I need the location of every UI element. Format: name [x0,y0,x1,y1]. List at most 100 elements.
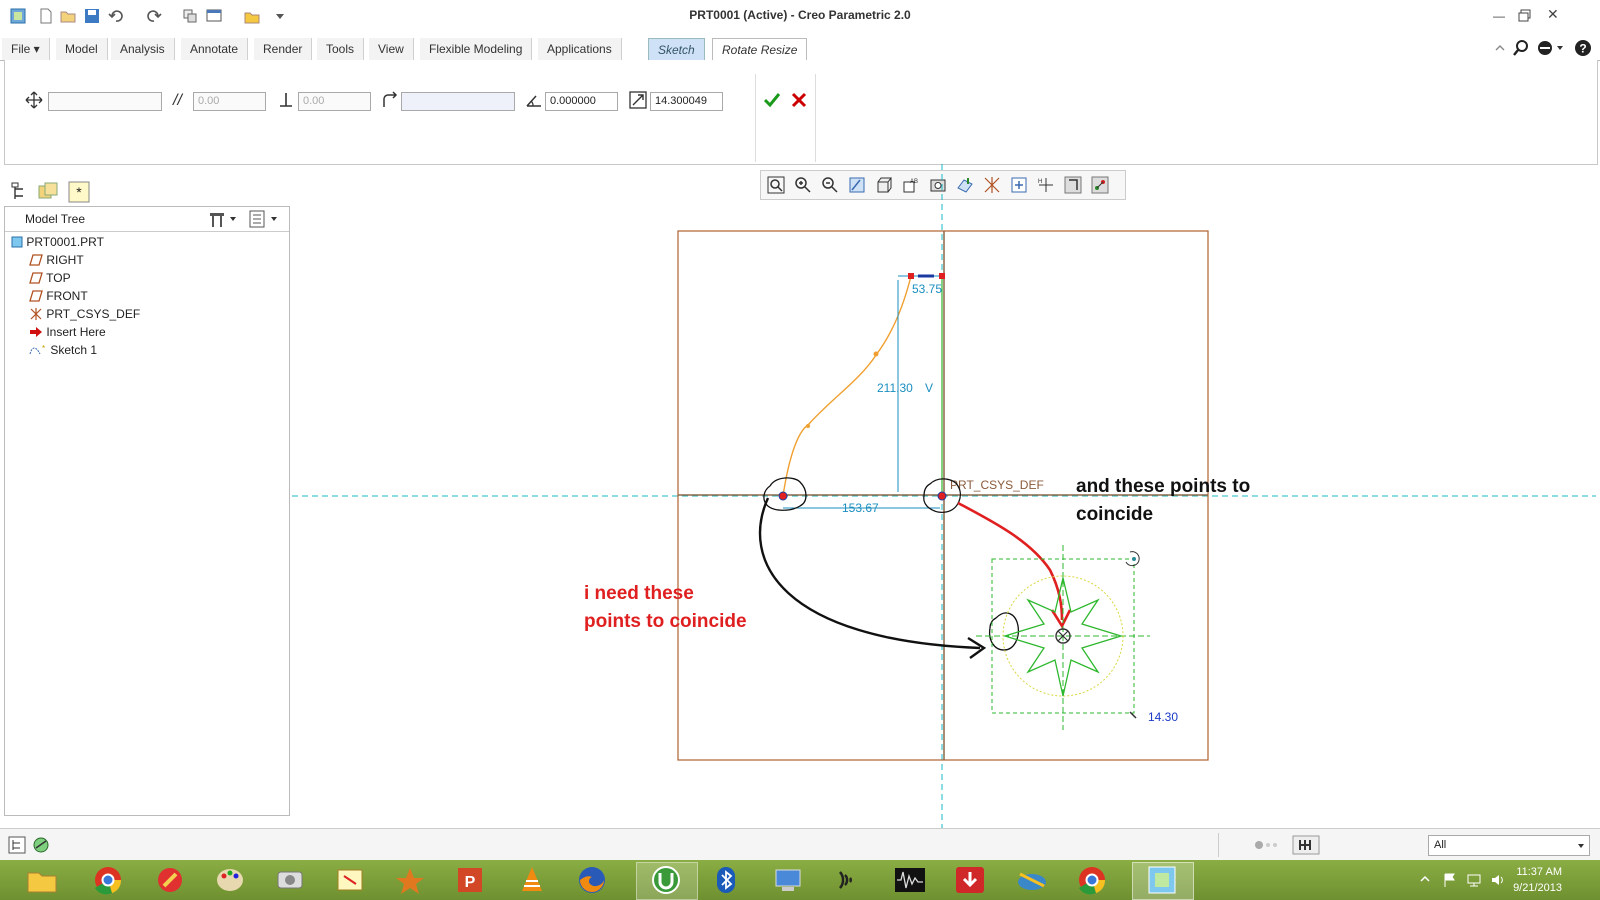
tab-view[interactable]: View [369,38,414,60]
favorites-tab-icon[interactable]: * [68,181,90,203]
tab-file[interactable]: File ▾ [2,38,50,60]
scale-field[interactable] [650,92,723,111]
download-manager-icon[interactable] [952,864,988,896]
filter-value: All [1434,839,1447,851]
tree-item-front[interactable]: FRONT [29,289,88,303]
tab-model[interactable]: Model [56,38,108,60]
model-tree-title: Model Tree [25,212,86,226]
app-icon[interactable] [392,864,428,896]
cancel-x-icon[interactable] [790,91,808,109]
tree-item-right[interactable]: RIGHT [29,253,84,267]
dimension-vertical-label[interactable]: 211.30 [877,381,913,395]
powerpoint-icon[interactable]: P [452,864,488,896]
tab-sketch[interactable]: Sketch [648,38,705,62]
creo-parametric-icon[interactable] [1144,864,1180,896]
tab-flexible-modeling[interactable]: Flexible Modeling [420,38,533,60]
annotation-circle [988,612,1020,651]
firefox-icon[interactable] [574,864,610,896]
tree-filters-icon[interactable] [247,209,267,229]
tab-render[interactable]: Render [254,38,313,60]
annotation-red-text-1: i need these [584,583,694,604]
snipping-tool-icon[interactable] [332,864,368,896]
tree-item-sketch[interactable]: * Sketch 1 [29,343,97,357]
dimension-horizontal-label[interactable]: 153.67 [842,501,879,515]
tab-tools[interactable]: Tools [317,38,365,60]
network-globe-icon[interactable] [1014,864,1050,896]
action-center-flag-icon[interactable] [1442,872,1458,888]
status-divider [1218,833,1219,857]
selection-filter-dropdown[interactable]: All [1428,835,1590,856]
chevron-down-icon[interactable] [1556,44,1564,52]
chrome-icon[interactable] [1074,864,1110,896]
show-navigator-icon[interactable] [8,836,26,854]
tree-item-csys[interactable]: PRT_CSYS_DEF [29,307,140,321]
tree-item-top[interactable]: TOP [29,271,71,285]
tab-applications[interactable]: Applications [538,38,622,60]
graphics-area[interactable]: 53.75 211.30 V 153.67 PRT_CSYS_DEF 14.30… [290,164,1596,828]
annotation-red-text-2: points to coincide [584,611,747,632]
community-icon[interactable] [1536,39,1554,57]
close-icon[interactable]: ✕ [1547,6,1559,23]
paint-icon[interactable] [212,864,248,896]
folder-browser-tab-icon[interactable] [38,182,60,202]
vertical-offset-icon [280,93,292,107]
csys-origin-point[interactable] [937,491,947,501]
endpoint-marker[interactable] [908,273,914,279]
rotate-handle[interactable] [1132,557,1136,561]
show-hidden-icons-icon[interactable] [1420,874,1430,884]
horizontal-offset-field[interactable] [193,92,266,111]
part-icon [11,236,23,248]
ccleaner-icon[interactable] [152,864,188,896]
help-icon[interactable]: ? [1574,39,1592,57]
tree-settings-icon[interactable] [207,209,227,229]
minimize-ribbon-icon[interactable] [1494,42,1506,54]
tab-analysis[interactable]: Analysis [111,38,175,60]
minimize-icon[interactable]: — [1493,9,1505,23]
show-browser-icon[interactable] [32,836,50,854]
audio-app-icon[interactable] [830,864,866,896]
tree-item-label: PRT0001.PRT [26,235,104,249]
scanner-app-icon[interactable] [272,864,308,896]
network-icon[interactable] [1466,872,1482,888]
bluetooth-icon[interactable] [708,864,744,896]
navigator-tabs: * [4,178,100,206]
vlc-icon[interactable] [514,864,550,896]
volume-icon[interactable] [1490,872,1506,888]
chevron-down-icon[interactable] [270,215,278,223]
vertical-offset-field[interactable] [298,92,371,111]
endpoint-marker[interactable] [939,273,945,279]
tree-item-insert-here[interactable]: Insert Here [29,325,106,339]
rotation-reference-field[interactable] [401,92,515,111]
tree-header-divider [5,231,289,232]
utorrent-icon[interactable] [648,864,684,896]
file-explorer-icon[interactable] [24,864,60,896]
search-icon[interactable] [1512,39,1530,57]
tree-item-label: Sketch 1 [50,343,98,357]
find-icon[interactable] [1292,835,1320,855]
datum-plane-icon [29,272,43,284]
tab-rotate-resize[interactable]: Rotate Resize [712,38,808,62]
dimension-top-label[interactable]: 53.75 [912,282,942,296]
clock-time[interactable]: 11:37 AM [1516,866,1562,878]
clock-date[interactable]: 9/21/2013 [1513,882,1562,894]
svg-text:?: ? [1579,42,1586,56]
rotate-angle-field[interactable] [545,92,618,111]
apply-check-icon[interactable] [762,90,782,110]
tree-item-part[interactable]: PRT0001.PRT [11,235,104,249]
spline-point[interactable] [873,351,879,357]
audio-editor-icon[interactable] [892,864,928,896]
move-reference-field[interactable] [48,92,162,111]
tab-annotate[interactable]: Annotate [181,38,249,60]
spline-start-point[interactable] [778,491,788,501]
chevron-down-icon[interactable] [229,215,237,223]
spline-point[interactable] [806,424,810,428]
scale-value-label[interactable]: 14.30 [1148,710,1178,724]
restore-icon[interactable] [1518,9,1532,22]
dimension-vertical-tag: V [925,381,933,395]
remote-desktop-icon[interactable] [770,864,806,896]
horizontal-offset-icon: // [173,92,182,109]
chrome-icon[interactable] [90,864,126,896]
datum-plane-icon [29,254,43,266]
move-icon [25,91,43,109]
model-tree-tab-icon[interactable] [10,182,30,202]
